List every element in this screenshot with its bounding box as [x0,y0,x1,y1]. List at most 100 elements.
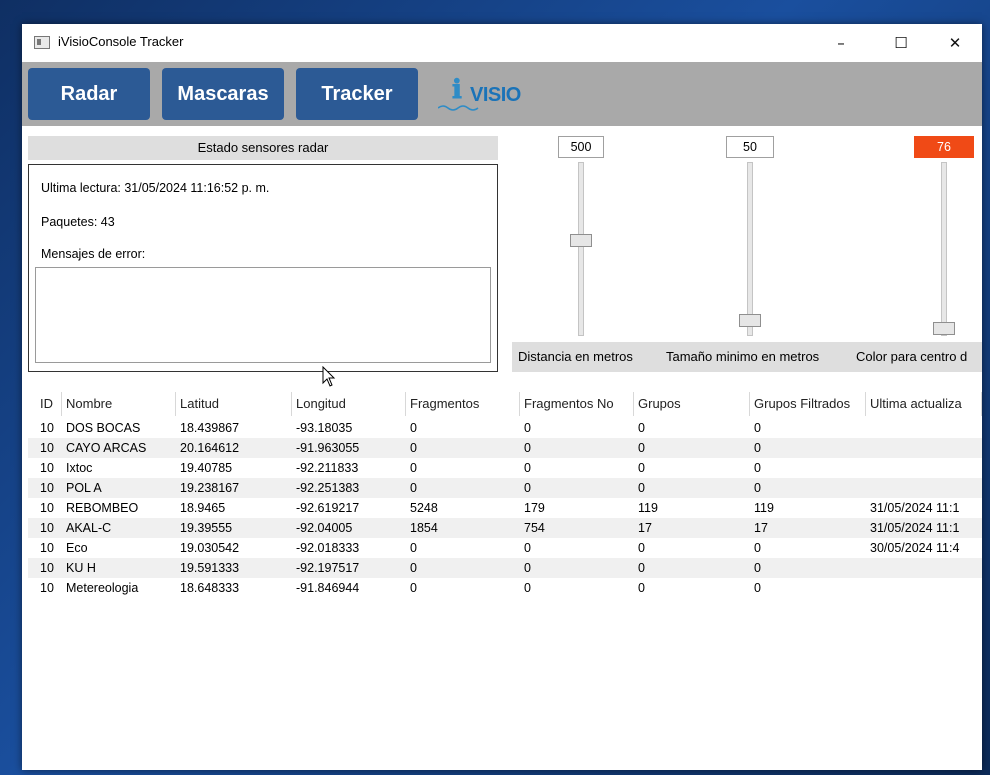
table-cell: 17 [754,521,768,535]
table-cell: -92.251383 [296,481,360,495]
center-color-slider-thumb[interactable] [933,322,955,335]
table-row[interactable]: 10 DOS BOCAS 18.439867 -93.18035 0 0 0 0 [28,418,982,438]
table-cell: 0 [410,481,417,495]
title-bar: iVisioConsole Tracker – ☐ ✕ [22,24,982,62]
table-row[interactable]: 10 Eco 19.030542 -92.018333 0 0 0 0 30/05/2024 1… [28,538,982,558]
table-cell: 0 [638,581,645,595]
table-cell: 119 [638,501,658,515]
table-cell: 0 [754,421,761,435]
table-cell: 0 [638,541,645,555]
table-cell: 18.648333 [180,581,240,595]
table-cell [870,418,982,438]
table-cell: 0 [754,541,761,555]
table-cell: KU H [66,561,96,575]
table-cell: -92.197517 [296,561,360,575]
table-cell [870,458,982,478]
table-cell: 0 [754,481,761,495]
table-cell: 19.030542 [180,541,240,555]
table-cell: 0 [754,461,761,475]
table-cell: 31/05/2024 11:1 [870,521,960,535]
distance-slider-track[interactable] [578,162,584,336]
table-row[interactable]: 10 CAYO ARCAS 20.164612 -91.963055 0 0 0 0 [28,438,982,458]
table-cell [870,578,982,598]
app-window: iVisioConsole Tracker – ☐ ✕ Radar Mascar… [22,24,982,770]
column-header-grupos-filtrados[interactable]: Grupos Filtrados [750,392,866,416]
table-cell: 0 [638,441,645,455]
table-cell: 17 [638,521,652,535]
tracker-button[interactable]: Tracker [296,68,418,120]
table-cell: 19.238167 [180,481,240,495]
mouse-cursor-icon [322,366,336,387]
column-header-ultima-actualiza[interactable]: Ultima actualiza [866,392,982,416]
table-cell: -92.018333 [296,541,360,555]
table-cell: Metereologia [66,581,139,595]
distance-value-input[interactable]: 500 [558,136,604,158]
table-row[interactable]: 10 KU H 19.591333 -92.197517 0 0 0 0 [28,558,982,578]
table-row[interactable]: 10 AKAL-C 19.39555 -92.04005 1854 754 17 17 31/0… [28,518,982,538]
column-header-nombre[interactable]: Nombre [62,392,176,416]
table-cell: 10 [40,521,54,535]
table-row[interactable]: 10 Metereologia 18.648333 -91.846944 0 0 0 0 [28,578,982,598]
packets-text: Paquetes: 43 [41,215,115,229]
table-cell: 19.39555 [180,521,233,535]
min-size-value-input[interactable]: 50 [726,136,774,158]
column-header-longitud[interactable]: Longitud [292,392,406,416]
close-button[interactable]: ✕ [932,28,978,58]
maximize-button[interactable]: ☐ [878,28,924,58]
table-cell: 179 [524,501,545,515]
table-cell: 754 [524,521,545,535]
center-color-label: Color para centro d [850,342,982,372]
table-cell: 1854 [410,521,438,535]
table-cell: 18.439867 [180,421,240,435]
table-cell: 0 [638,461,645,475]
column-header-id[interactable]: ID [36,392,62,416]
min-size-slider-thumb[interactable] [739,314,761,327]
table-cell: 10 [40,581,54,595]
last-read-text: Ultima lectura: 31/05/2024 11:16:52 p. m… [41,181,270,195]
column-header-fragmentos[interactable]: Fragmentos [406,392,520,416]
table-cell: -92.619217 [296,501,360,515]
column-header-latitud[interactable]: Latitud [176,392,292,416]
table-cell: AKAL-C [66,521,112,535]
table-cell: 5248 [410,501,438,515]
app-icon [34,36,50,49]
table-row[interactable]: 10 REBOMBEO 18.9465 -92.619217 5248 179 119 119… [28,498,982,518]
table-cell: 19.591333 [180,561,240,575]
table-cell: 10 [40,421,54,435]
radar-button[interactable]: Radar [28,68,150,120]
table-header: ID Nombre Latitud Longitud Fragmentos Fr… [28,392,982,416]
table-cell: Eco [66,541,88,555]
center-color-slider-track[interactable] [941,162,947,336]
table-cell: -92.211833 [296,461,359,475]
center-color-value-input[interactable]: 76 [914,136,974,158]
table-cell: -91.846944 [296,581,360,595]
error-messages-box[interactable] [35,267,491,363]
table-cell: CAYO ARCAS [66,441,147,455]
table-cell: 10 [40,441,54,455]
table-cell [870,478,982,498]
table-cell: 20.164612 [180,441,240,455]
distance-label: Distancia en metros [512,342,662,372]
toolbar: Radar Mascaras Tracker ℹ VISIO [22,62,982,126]
table-cell: DOS BOCAS [66,421,141,435]
table-row[interactable]: 10 POL A 19.238167 -92.251383 0 0 0 0 [28,478,982,498]
logo-antenna-icon: ℹ [452,74,462,104]
table-cell: 0 [410,441,417,455]
status-panel: Ultima lectura: 31/05/2024 11:16:52 p. m… [28,164,498,372]
table-cell: 0 [410,421,417,435]
mascaras-button[interactable]: Mascaras [162,68,284,120]
column-header-fragmentos-no[interactable]: Fragmentos No [520,392,634,416]
table-cell: -91.963055 [296,441,360,455]
table-row[interactable]: 10 Ixtoc 19.40785 -92.211833 0 0 0 0 [28,458,982,478]
distance-slider-thumb[interactable] [570,234,592,247]
column-header-grupos[interactable]: Grupos [634,392,750,416]
minimize-button[interactable]: – [818,28,864,58]
table-cell: REBOMBEO [66,501,139,515]
table-cell: 31/05/2024 11:1 [870,501,960,515]
table-cell: -92.04005 [296,521,353,535]
table-cell: 0 [524,421,531,435]
table-cell: 0 [524,461,531,475]
table-cell: 0 [410,561,417,575]
table-cell: 0 [524,481,531,495]
min-size-slider-track[interactable] [747,162,753,336]
